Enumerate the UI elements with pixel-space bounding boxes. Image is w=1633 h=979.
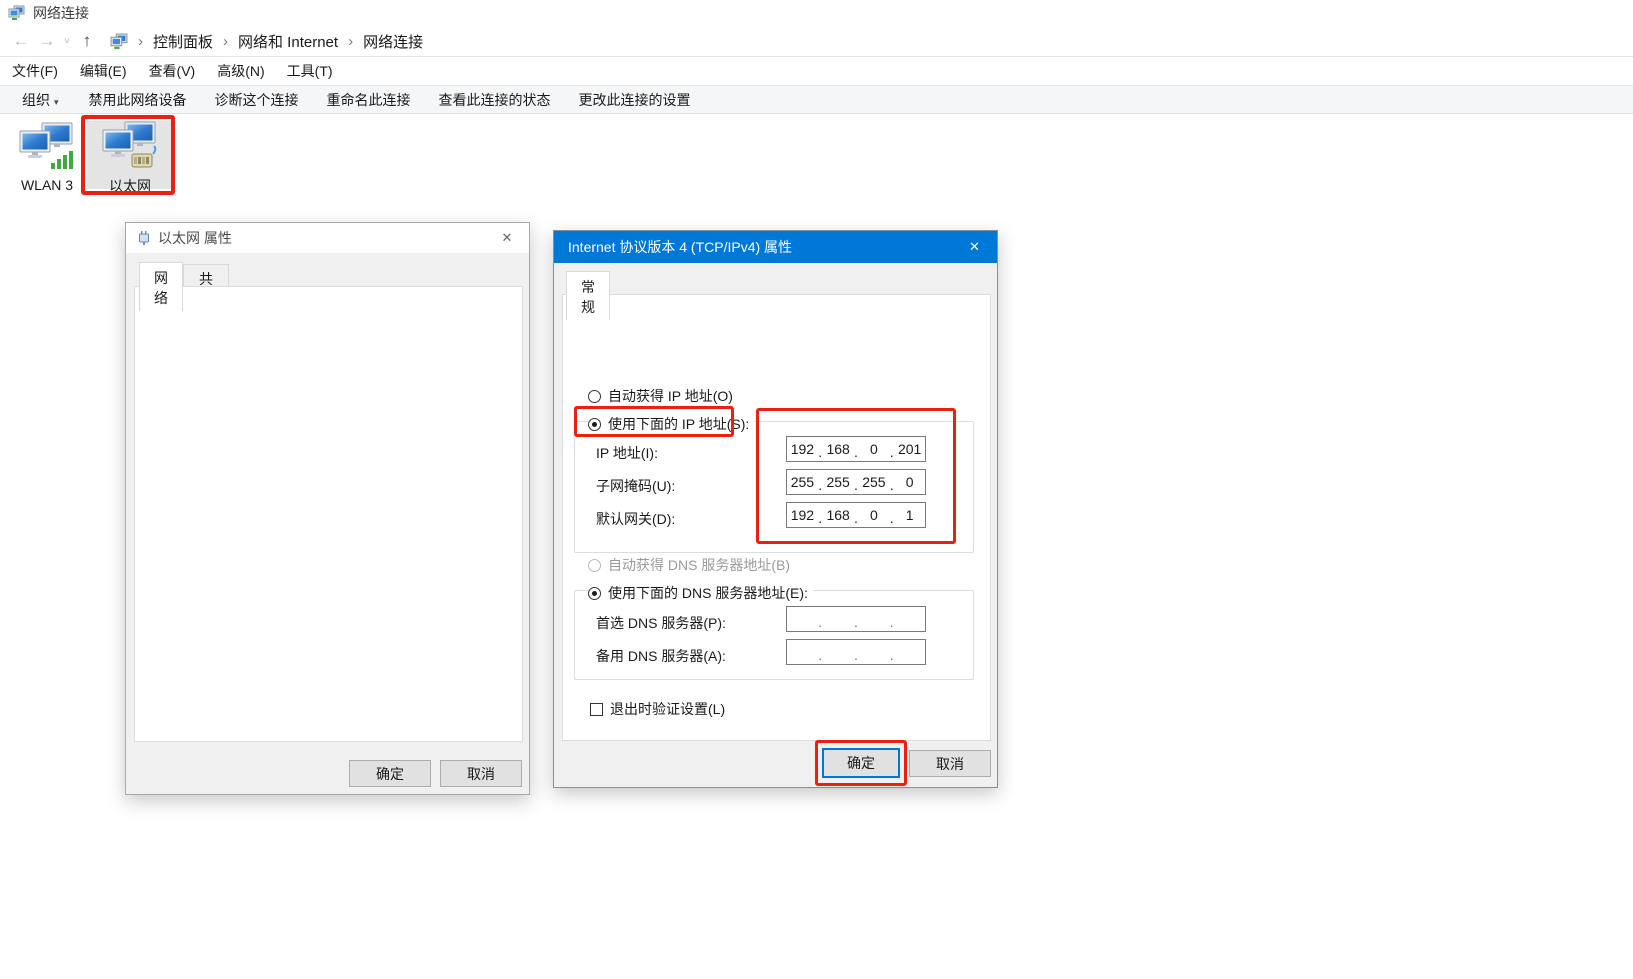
radio-manual-dns[interactable]: 使用下面的 DNS 服务器地址(E): xyxy=(588,583,813,603)
gateway-field[interactable]: 192. 168. 0. 1 xyxy=(786,502,926,528)
organize-button[interactable]: 组织▾ xyxy=(22,90,59,110)
breadcrumb-separator-icon: › xyxy=(348,33,353,50)
window-titlebar: 网络连接 xyxy=(0,0,1633,26)
navigation-bar: ← → ˅ ↑ › 控制面板 › 网络和 Internet › 网络连接 xyxy=(0,26,1633,57)
diagnose-connection-button[interactable]: 诊断这个连接 xyxy=(215,90,299,110)
breadcrumb-network-connections[interactable]: 网络连接 xyxy=(363,31,423,52)
connection-wlan3[interactable]: WLAN 3 xyxy=(4,122,90,193)
breadcrumb-network-internet[interactable]: 网络和 Internet xyxy=(238,31,338,52)
radio-manual-ip[interactable]: 使用下面的 IP 地址(S): xyxy=(588,414,754,434)
network-tab-page xyxy=(134,286,523,742)
menu-advanced[interactable]: 高级(N) xyxy=(217,61,264,81)
validate-settings-checkbox[interactable]: 退出时验证设置(L) xyxy=(590,699,730,719)
breadcrumb-control-panel[interactable]: 控制面板 xyxy=(153,31,213,52)
history-dropdown-icon[interactable]: ˅ xyxy=(60,36,74,47)
dns-groupbox xyxy=(574,590,974,680)
ok-button[interactable]: 确定 xyxy=(349,760,431,787)
breadcrumb-separator-icon: › xyxy=(138,33,143,50)
breadcrumb: › 控制面板 › 网络和 Internet › 网络连接 xyxy=(138,31,423,52)
close-icon[interactable]: ✕ xyxy=(485,223,529,253)
radio-auto-dns: 自动获得 DNS 服务器地址(B) xyxy=(588,555,795,575)
ipv4-properties-dialog: Internet 协议版本 4 (TCP/IPv4) 属性 ✕ 常规 如果网络支… xyxy=(553,230,998,788)
dns-primary-field[interactable]: . . . xyxy=(786,606,926,632)
forward-icon[interactable]: → xyxy=(34,31,60,51)
close-icon[interactable]: ✕ xyxy=(952,231,997,263)
gateway-label: 默认网关(D): xyxy=(596,509,675,529)
ok-button[interactable]: 确定 xyxy=(822,748,900,778)
dialog-titlebar: 以太网 属性 xyxy=(126,223,529,253)
radio-selected-icon xyxy=(588,418,601,431)
rename-connection-button[interactable]: 重命名此连接 xyxy=(327,90,411,110)
checkbox-icon xyxy=(590,703,603,716)
cancel-button[interactable]: 取消 xyxy=(909,750,991,777)
subnet-mask-label: 子网掩码(U): xyxy=(596,476,675,496)
view-status-button[interactable]: 查看此连接的状态 xyxy=(439,90,551,110)
menu-file[interactable]: 文件(F) xyxy=(12,61,58,81)
network-connections-window: 网络连接 ← → ˅ ↑ › 控制面板 › 网络和 Internet › 网络连… xyxy=(0,0,1633,979)
back-icon[interactable]: ← xyxy=(8,31,34,51)
ip-address-field[interactable]: 192. 168. 0. 201 xyxy=(786,436,926,462)
wlan-icon xyxy=(4,122,90,174)
command-bar: 组织▾ 禁用此网络设备 诊断这个连接 重命名此连接 查看此连接的状态 更改此连接… xyxy=(0,86,1633,114)
disable-device-button[interactable]: 禁用此网络设备 xyxy=(89,90,187,110)
dialog-title: 以太网 属性 xyxy=(158,228,232,248)
dns-alternate-field[interactable]: . . . xyxy=(786,639,926,665)
subnet-mask-field[interactable]: 255. 255. 255. 0 xyxy=(786,469,926,495)
menu-view[interactable]: 查看(V) xyxy=(149,61,196,81)
connection-ethernet[interactable]: 以太网 xyxy=(87,121,173,189)
radio-selected-icon xyxy=(588,587,601,600)
connection-label: 以太网 xyxy=(87,176,173,196)
ethernet-plug-icon xyxy=(138,230,150,246)
ip-address-label: IP 地址(I): xyxy=(596,443,658,463)
tab-network[interactable]: 网络 xyxy=(139,262,183,311)
window-title: 网络连接 xyxy=(33,3,89,23)
menu-edit[interactable]: 编辑(E) xyxy=(80,61,127,81)
cancel-button[interactable]: 取消 xyxy=(440,760,522,787)
ethernet-icon xyxy=(87,121,173,173)
breadcrumb-separator-icon: › xyxy=(223,33,228,50)
menu-tools[interactable]: 工具(T) xyxy=(287,61,333,81)
connection-label: WLAN 3 xyxy=(4,177,90,193)
dialog-titlebar: Internet 协议版本 4 (TCP/IPv4) 属性 xyxy=(554,231,997,263)
menu-bar: 文件(F) 编辑(E) 查看(V) 高级(N) 工具(T) xyxy=(0,57,1633,86)
radio-disabled-icon xyxy=(588,559,601,572)
address-bar-icon xyxy=(110,33,128,50)
radio-auto-ip[interactable]: 自动获得 IP 地址(O) xyxy=(588,386,738,406)
up-icon[interactable]: ↑ xyxy=(74,31,100,51)
dns-alternate-label: 备用 DNS 服务器(A): xyxy=(596,646,726,666)
app-icon xyxy=(8,5,25,21)
dialog-title: Internet 协议版本 4 (TCP/IPv4) 属性 xyxy=(568,237,792,257)
tab-general[interactable]: 常规 xyxy=(566,271,610,320)
ethernet-properties-dialog: 以太网 属性 ✕ 网络 共享 连接时使用: Realtek PCIe GbE F… xyxy=(125,222,530,795)
change-settings-button[interactable]: 更改此连接的设置 xyxy=(579,90,691,110)
radio-icon xyxy=(588,390,601,403)
chevron-down-icon: ▾ xyxy=(54,97,59,107)
dns-primary-label: 首选 DNS 服务器(P): xyxy=(596,613,726,633)
